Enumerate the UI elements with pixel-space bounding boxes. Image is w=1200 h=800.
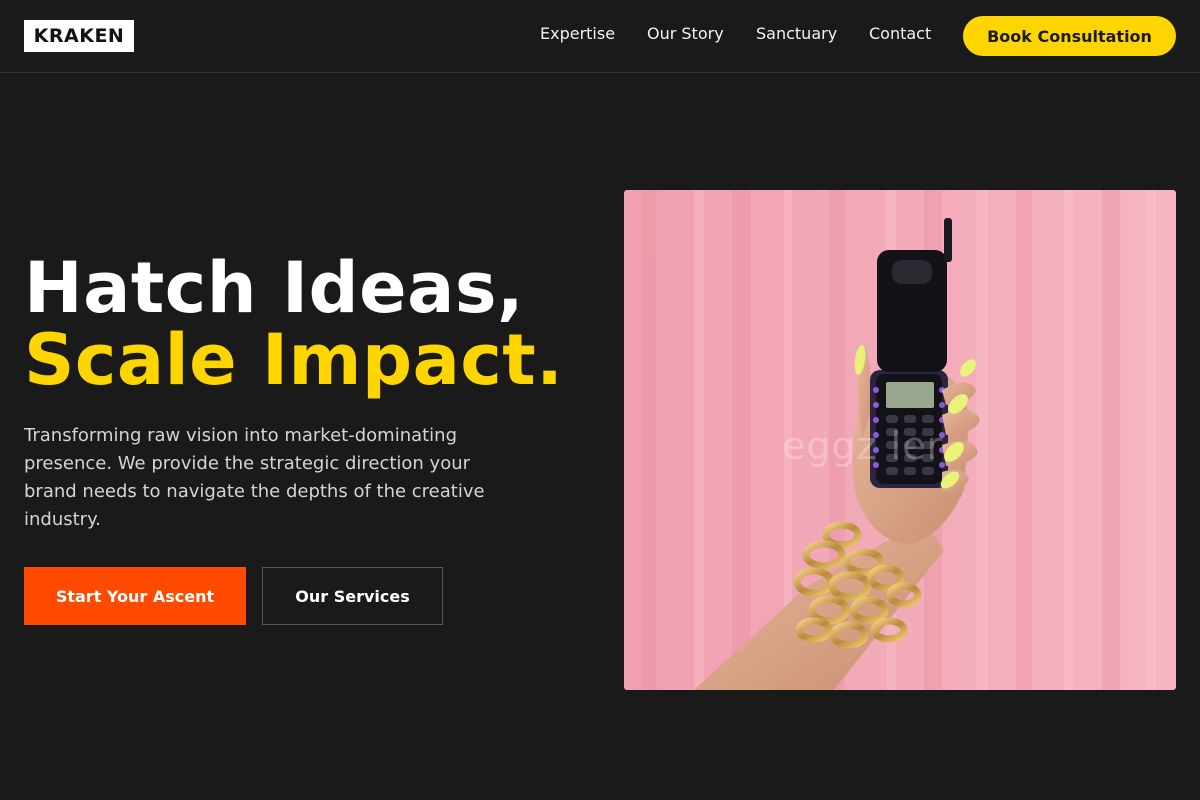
- book-consultation-button[interactable]: Book Consultation: [963, 16, 1176, 56]
- hero-image: eggz ler: [624, 190, 1176, 690]
- our-services-button[interactable]: Our Services: [262, 567, 443, 625]
- nav-link-expertise[interactable]: Expertise: [540, 24, 615, 44]
- start-your-ascent-button[interactable]: Start Your Ascent: [24, 567, 246, 625]
- image-watermark: eggz ler: [782, 424, 944, 468]
- nav-link-sanctuary[interactable]: Sanctuary: [756, 24, 837, 44]
- nav-link-our-story[interactable]: Our Story: [647, 24, 724, 44]
- hero-title-line-2: Scale Impact.: [24, 319, 564, 401]
- hero-title: Hatch Ideas, Scale Impact.: [24, 252, 604, 396]
- hero-description: Transforming raw vision into market-domi…: [24, 425, 485, 530]
- nav-link-contact[interactable]: Contact: [869, 24, 931, 44]
- site-header: KRAKEN Expertise Our Story Sanctuary Con…: [0, 0, 1200, 73]
- hero-title-line-1: Hatch Ideas,: [24, 247, 525, 329]
